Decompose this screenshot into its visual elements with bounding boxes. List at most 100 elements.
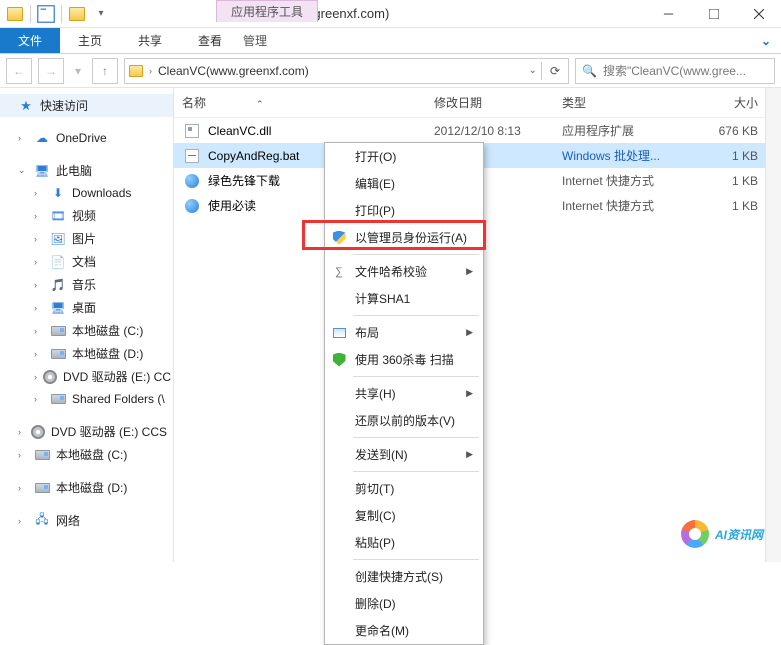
tab-share[interactable]: 共享 — [120, 28, 180, 53]
address-bar-row: ← → ▾ ↑ › CleanVC(www.greenxf.com) ⌄ ⟳ 🔍… — [0, 54, 781, 88]
context-menu-item[interactable]: 使用 360杀毒 扫描 — [325, 346, 483, 373]
context-menu-item[interactable]: 剪切(T) — [325, 475, 483, 502]
context-menu-item[interactable]: 以管理员身份运行(A) — [325, 224, 483, 251]
context-menu-label: 使用 360杀毒 扫描 — [355, 351, 454, 368]
forward-button[interactable]: → — [38, 58, 64, 84]
file-name: 绿色先锋下载 — [208, 172, 280, 189]
maximize-button[interactable] — [691, 0, 736, 28]
context-menu-item[interactable]: 更命名(M) — [325, 617, 483, 644]
context-menu-item[interactable]: 还原以前的版本(V) — [325, 407, 483, 434]
properties-icon[interactable] — [35, 3, 57, 25]
sidebar-item-network[interactable]: ›🖧网络 — [0, 509, 173, 532]
qat-dropdown-icon[interactable]: ▾ — [90, 3, 112, 25]
sidebar-item-shared-folders[interactable]: ›Shared Folders (\ — [0, 388, 173, 410]
context-menu-label: 剪切(T) — [355, 480, 394, 497]
minimize-button[interactable]: ─ — [646, 0, 691, 28]
context-menu-item[interactable]: ∑文件哈希校验▶ — [325, 258, 483, 285]
netdrive-icon — [50, 391, 66, 407]
layout-icon — [331, 325, 347, 341]
sidebar-item-drive-d[interactable]: ›本地磁盘 (D:) — [0, 342, 173, 365]
bat-icon — [185, 149, 199, 163]
up-button[interactable]: ↑ — [92, 58, 118, 84]
sidebar-item-drive-d2[interactable]: ›本地磁盘 (D:) — [0, 476, 173, 499]
back-button[interactable]: ← — [6, 58, 32, 84]
close-button[interactable] — [736, 0, 781, 28]
url-icon — [185, 174, 199, 188]
context-menu-label: 布局 — [355, 324, 379, 341]
sidebar-item-downloads[interactable]: ›⬇Downloads — [0, 182, 173, 204]
pc-icon: 🖥 — [34, 163, 50, 179]
context-menu-item[interactable]: 创建快捷方式(S) — [325, 563, 483, 590]
desktop-icon: 🖥 — [50, 300, 66, 316]
context-menu-item[interactable]: 编辑(E) — [325, 170, 483, 197]
search-placeholder: 搜索"CleanVC(www.gree... — [603, 62, 746, 79]
folder-icon[interactable] — [4, 3, 26, 25]
scrollbar[interactable] — [765, 88, 781, 562]
drive-icon — [50, 346, 66, 362]
history-dropdown[interactable]: ▾ — [70, 58, 86, 84]
green-shield-icon — [331, 352, 347, 368]
context-menu-item[interactable]: 发送到(N)▶ — [325, 441, 483, 468]
context-menu-item[interactable]: 打印(P) — [325, 197, 483, 224]
file-name: CopyAndReg.bat — [208, 149, 299, 163]
context-menu-item[interactable]: 复制(C) — [325, 502, 483, 529]
sidebar-item-dvd-e2[interactable]: ›DVD 驱动器 (E:) CCS — [0, 420, 173, 443]
context-menu-label: 更命名(M) — [355, 622, 409, 639]
context-menu-item[interactable]: 布局▶ — [325, 319, 483, 346]
quick-access-toolbar: ▾ — [0, 3, 116, 25]
context-menu-separator — [353, 254, 479, 255]
watermark-logo-icon — [681, 520, 709, 548]
music-icon: 🎵 — [50, 277, 66, 293]
context-menu-label: 还原以前的版本(V) — [355, 412, 455, 429]
context-menu-item[interactable]: 打开(O) — [325, 143, 483, 170]
sidebar-this-pc[interactable]: ⌄🖥此电脑 — [0, 159, 173, 182]
tab-home[interactable]: 主页 — [60, 28, 120, 53]
sidebar-item-dvd-e[interactable]: ›DVD 驱动器 (E:) CC — [0, 365, 173, 388]
navigation-pane[interactable]: ★快速访问 ›☁OneDrive ⌄🖥此电脑 ›⬇Downloads ›🎞视频 … — [0, 88, 174, 562]
sidebar-item-documents[interactable]: ›📄文档 — [0, 250, 173, 273]
file-name: CleanVC.dll — [208, 124, 271, 138]
address-dropdown-icon[interactable]: ⌄ — [529, 65, 537, 76]
video-icon: 🎞 — [50, 208, 66, 224]
search-input[interactable]: 🔍 搜索"CleanVC(www.gree... — [575, 58, 775, 84]
context-menu-label: 编辑(E) — [355, 175, 395, 192]
context-menu-label: 文件哈希校验 — [355, 263, 427, 280]
refresh-icon[interactable]: ⟳ — [546, 64, 564, 78]
file-type: Internet 快捷方式 — [562, 197, 692, 214]
context-menu-item[interactable]: 删除(D) — [325, 590, 483, 617]
ribbon-expand-icon[interactable]: ⌄ — [751, 28, 781, 53]
title-bar: ▾ 应用程序工具 CleanVC(www.greenxf.com) ─ — [0, 0, 781, 28]
file-date: 2012/12/10 8:13 — [434, 124, 562, 138]
context-menu-label: 共享(H) — [355, 385, 396, 402]
context-menu-label: 打开(O) — [355, 148, 396, 165]
tab-manage[interactable]: 管理 — [216, 28, 294, 53]
context-menu-label: 打印(P) — [355, 202, 395, 219]
file-row[interactable]: CleanVC.dll2012/12/10 8:13应用程序扩展676 KB — [174, 118, 781, 143]
context-menu-label: 删除(D) — [355, 595, 396, 612]
chevron-right-icon: ▶ — [466, 449, 473, 460]
sidebar-item-videos[interactable]: ›🎞视频 — [0, 204, 173, 227]
sidebar-item-drive-c[interactable]: ›本地磁盘 (C:) — [0, 319, 173, 342]
new-folder-icon[interactable] — [66, 3, 88, 25]
drive-icon — [50, 323, 66, 339]
sidebar-item-desktop[interactable]: ›🖥桌面 — [0, 296, 173, 319]
drive-icon — [34, 480, 50, 496]
chevron-right-icon[interactable]: › — [149, 66, 152, 76]
context-menu-item[interactable]: 计算SHA1 — [325, 285, 483, 312]
sidebar-quick-access[interactable]: ★快速访问 — [0, 94, 173, 117]
sidebar-item-drive-c2[interactable]: ›本地磁盘 (C:) — [0, 443, 173, 466]
breadcrumb[interactable]: CleanVC(www.greenxf.com) — [158, 64, 309, 78]
sidebar-item-pictures[interactable]: ›🖼图片 — [0, 227, 173, 250]
watermark: AI资讯网 — [681, 520, 763, 548]
context-menu-separator — [353, 559, 479, 560]
drive-icon — [34, 447, 50, 463]
sidebar-item-music[interactable]: ›🎵音乐 — [0, 273, 173, 296]
context-menu-separator — [353, 437, 479, 438]
sidebar-onedrive[interactable]: ›☁OneDrive — [0, 127, 173, 149]
context-menu-item[interactable]: 粘贴(P) — [325, 529, 483, 556]
address-bar[interactable]: › CleanVC(www.greenxf.com) ⌄ ⟳ — [124, 58, 569, 84]
context-menu-item[interactable]: 共享(H)▶ — [325, 380, 483, 407]
column-headers[interactable]: 名称⌃ 修改日期 类型 大小 — [174, 88, 781, 118]
contextual-tab-header: 应用程序工具 — [216, 0, 318, 22]
file-tab[interactable]: 文件 — [0, 28, 60, 53]
